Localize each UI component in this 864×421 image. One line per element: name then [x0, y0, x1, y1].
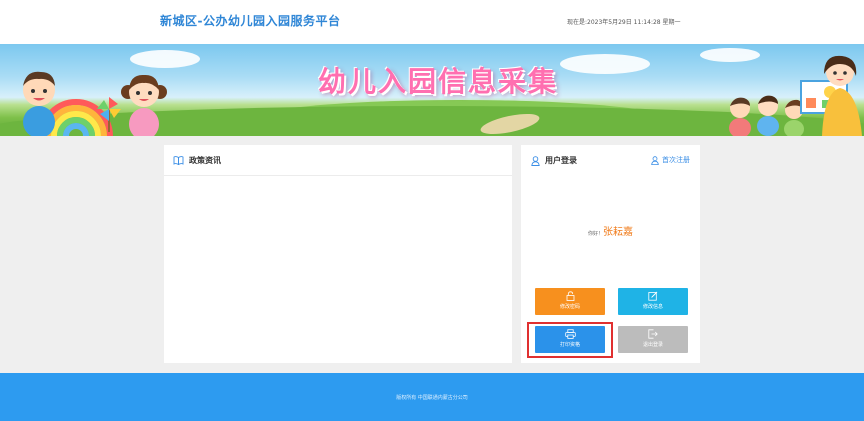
page-footer: 版权所有 中国联通内蒙古分公司 — [0, 373, 864, 421]
copyright-text: 版权所有 中国联通内蒙古分公司 — [396, 395, 468, 401]
site-title[interactable]: 新城区-公办幼儿园入园服务平台 — [160, 12, 340, 29]
policy-news-title: 政策资讯 — [189, 155, 221, 165]
edit-info-button[interactable]: 修改信息 — [618, 288, 688, 315]
banner-title: 幼儿入园信息采集 — [318, 65, 559, 98]
book-icon — [173, 155, 184, 165]
girl-illustration — [121, 74, 167, 136]
top-header: 新城区-公办幼儿园入园服务平台 现在是:2023年5月29日 11:14:28 … — [0, 0, 864, 44]
first-register-label: 首次注册 — [662, 156, 690, 164]
logout-icon — [648, 329, 658, 339]
lock-icon — [566, 291, 574, 301]
teacher-illustration — [822, 55, 862, 136]
policy-news-panel: 政策资讯 — [164, 145, 512, 363]
user-login-header: 用户登录 首次注册 — [521, 145, 700, 176]
greeting-text: 你好！ — [587, 231, 603, 237]
edit-info-label: 修改信息 — [642, 304, 663, 310]
pinwheel-illustration — [97, 97, 121, 132]
current-datetime: 现在是:2023年5月29日 11:14:28 星期一 — [567, 19, 681, 26]
policy-news-list — [164, 176, 512, 362]
policy-news-header: 政策资讯 — [164, 145, 512, 176]
edit-icon — [648, 291, 658, 301]
user-name: 张耘嘉 — [603, 227, 633, 238]
first-register-link[interactable]: 首次注册 — [651, 155, 690, 165]
user-login-title: 用户登录 — [545, 156, 577, 165]
user-outline-icon — [651, 155, 659, 165]
print-button-highlight — [527, 322, 613, 358]
logout-button[interactable]: 退出登录 — [618, 326, 688, 353]
user-greeting: 你好！张耘嘉 — [521, 220, 700, 239]
hero-banner: 幼儿入园信息采集 — [0, 44, 864, 136]
user-icon — [531, 155, 540, 166]
boy-illustration — [23, 71, 55, 136]
logout-label: 退出登录 — [642, 342, 663, 348]
change-password-button[interactable]: 修改密码 — [535, 288, 605, 315]
change-password-label: 修改密码 — [559, 304, 580, 310]
